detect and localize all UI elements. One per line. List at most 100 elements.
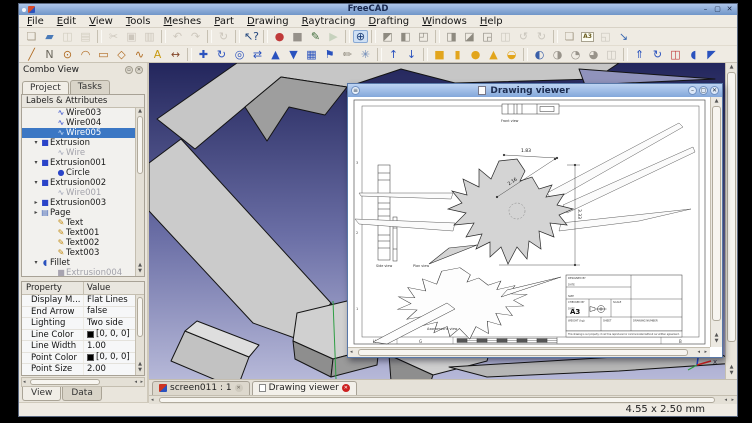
drawing-viewer-titlebar[interactable]: ≡ Drawing viewer –▢✕ bbox=[348, 84, 722, 97]
separator[interactable] bbox=[97, 30, 102, 43]
expander-icon[interactable]: ▾ bbox=[32, 259, 40, 266]
drawing-a3-landscape-icon[interactable]: A3 bbox=[579, 29, 596, 44]
redo-icon[interactable]: ↷ bbox=[187, 29, 204, 44]
tree-item-text003[interactable]: ✎ Text003 bbox=[22, 248, 144, 258]
draft-bspline-icon[interactable]: ∿ bbox=[131, 47, 148, 62]
menu-part[interactable]: Part bbox=[214, 15, 234, 28]
document-new-icon[interactable]: ❏ bbox=[23, 29, 40, 44]
view-isometric-icon[interactable]: ◩ bbox=[379, 29, 396, 44]
tab-data[interactable]: Data bbox=[62, 387, 102, 401]
drawing-sheet[interactable]: H G B 3 2 1 bbox=[349, 97, 711, 348]
tree-item-wire005[interactable]: ∿ Wire005 bbox=[22, 128, 144, 138]
draft-upgrade-icon[interactable]: ▲ bbox=[267, 47, 284, 62]
scroll-up-icon[interactable]: ▲ bbox=[726, 65, 737, 70]
drawing-close-button[interactable]: ✕ bbox=[710, 86, 719, 95]
scroll-right-icon[interactable]: ▸ bbox=[731, 396, 734, 404]
part-fillet-icon[interactable]: ◖ bbox=[685, 47, 702, 62]
scroll-left-icon[interactable]: ◂ bbox=[697, 348, 700, 357]
macro-play-icon[interactable]: ▶ bbox=[325, 29, 342, 44]
draft-edit-icon[interactable]: ⚑ bbox=[321, 47, 338, 62]
separator[interactable] bbox=[161, 30, 166, 43]
whatsthis-icon[interactable]: ↖? bbox=[243, 29, 260, 44]
view-front-icon[interactable]: ◧ bbox=[397, 29, 414, 44]
draft-scale-icon[interactable]: ▦ bbox=[303, 47, 320, 62]
view-top-icon[interactable]: ◰ bbox=[415, 29, 432, 44]
draft-text-icon[interactable]: A bbox=[149, 47, 166, 62]
expander-icon[interactable]: ▾ bbox=[32, 139, 40, 146]
tree-item-wire003[interactable]: ∿ Wire003 bbox=[22, 108, 144, 118]
tree-item-wire[interactable]: ∿ Wire bbox=[22, 148, 144, 158]
tree-item-extrusion001[interactable]: ▾ ■ Extrusion001 bbox=[22, 158, 144, 168]
drawing-export-icon[interactable]: ↘ bbox=[615, 29, 632, 44]
view-bottom-icon[interactable]: ◲ bbox=[479, 29, 496, 44]
part-mirror-icon[interactable]: ◫ bbox=[667, 47, 684, 62]
part-cut-icon[interactable]: ◔ bbox=[567, 47, 584, 62]
menu-tools[interactable]: Tools bbox=[126, 15, 151, 28]
draft-downgrade-icon[interactable]: ▼ bbox=[285, 47, 302, 62]
property-col-header[interactable]: Property bbox=[22, 282, 84, 294]
draft-polygon-icon[interactable]: ◇ bbox=[113, 47, 130, 62]
separator[interactable] bbox=[345, 30, 350, 43]
scroll-up-icon[interactable]: ▲ bbox=[136, 109, 144, 114]
separator[interactable] bbox=[235, 30, 240, 43]
paste-icon[interactable]: ▥ bbox=[141, 29, 158, 44]
part-box-icon[interactable]: ■ bbox=[431, 47, 448, 62]
scroll-left-icon[interactable]: ◂ bbox=[151, 396, 154, 404]
separator[interactable] bbox=[423, 48, 428, 61]
value-col-header[interactable]: Value bbox=[84, 282, 144, 294]
separator[interactable] bbox=[553, 30, 558, 43]
print-icon[interactable]: ▤ bbox=[77, 29, 94, 44]
drawing-restore-button[interactable]: ▢ bbox=[699, 86, 708, 95]
tree-item-circle[interactable]: ● Circle bbox=[22, 168, 144, 178]
separator[interactable] bbox=[187, 48, 192, 61]
property-row[interactable]: Point Color [0, 0, 0] bbox=[22, 353, 144, 365]
macro-record-icon[interactable]: ● bbox=[271, 29, 288, 44]
dock-hscrollbar[interactable]: ◂ ◂ ▸ bbox=[21, 377, 145, 387]
draft-circle-icon[interactable]: ⊙ bbox=[59, 47, 76, 62]
panel-float-icon[interactable]: ▫ bbox=[125, 66, 133, 74]
view-rotate-left-icon[interactable]: ↺ bbox=[515, 29, 532, 44]
draft-wire-icon[interactable]: N bbox=[41, 47, 58, 62]
drawing-window-menu-icon[interactable]: ≡ bbox=[351, 86, 360, 95]
tree-scrollbar[interactable]: ▲ ▲ ▼ bbox=[135, 108, 144, 276]
scroll-left-icon[interactable]: ◂ bbox=[350, 348, 353, 357]
draft-offset-icon[interactable]: ◎ bbox=[231, 47, 248, 62]
scroll-left-icon[interactable]: ◂ bbox=[23, 378, 26, 386]
maximize-button[interactable]: ▢ bbox=[713, 5, 722, 14]
property-row[interactable]: Line Color [0, 0, 0] bbox=[22, 330, 144, 342]
tree-item-text002[interactable]: ✎ Text002 bbox=[22, 238, 144, 248]
draft-arc-icon[interactable]: ◠ bbox=[77, 47, 94, 62]
expander-icon[interactable]: ▸ bbox=[32, 209, 40, 216]
scroll-left-icon[interactable]: ◂ bbox=[724, 396, 727, 404]
tree-item-extrusion003[interactable]: ▸ ■ Extrusion003 bbox=[22, 198, 144, 208]
expander-icon[interactable]: ▾ bbox=[32, 179, 40, 186]
scroll-down-icon[interactable]: ▼ bbox=[136, 368, 144, 373]
menu-drafting[interactable]: Drafting bbox=[368, 15, 409, 28]
property-row[interactable]: End Arrow false bbox=[22, 307, 144, 319]
drawing-insert-view-icon[interactable]: ◱ bbox=[597, 29, 614, 44]
scroll-right-icon[interactable]: ▸ bbox=[140, 378, 143, 386]
part-common-icon[interactable]: ◑ bbox=[549, 47, 566, 62]
menu-windows[interactable]: Windows bbox=[422, 15, 467, 28]
tree-item-wire001[interactable]: ∿ Wire001 bbox=[22, 188, 144, 198]
draft-trimex-icon[interactable]: ⇄ bbox=[249, 47, 266, 62]
menu-raytracing[interactable]: Raytracing bbox=[302, 15, 356, 28]
window-titlebar[interactable]: FreeCAD –▢✕ bbox=[19, 4, 737, 15]
separator[interactable] bbox=[371, 30, 376, 43]
draft-dimension-icon[interactable]: ↔ bbox=[167, 47, 184, 62]
scroll-right-icon[interactable]: ▸ bbox=[704, 348, 707, 357]
scroll-down-icon[interactable]: ▼ bbox=[711, 339, 722, 344]
menu-drawing[interactable]: Drawing bbox=[247, 15, 289, 28]
window-menu-icon[interactable] bbox=[22, 8, 26, 12]
tree-item-extrusion004[interactable]: ■ Extrusion004 bbox=[22, 268, 144, 277]
part-cone-icon[interactable]: ▲ bbox=[485, 47, 502, 62]
menu-view[interactable]: View bbox=[89, 15, 113, 28]
part-revolve-icon[interactable]: ↻ bbox=[649, 47, 666, 62]
properties-scrollbar[interactable]: ▲ ▼ bbox=[135, 295, 144, 375]
tree-item-extrusion002[interactable]: ▾ ■ Extrusion002 bbox=[22, 178, 144, 188]
part-extrude-icon[interactable]: ⇑ bbox=[631, 47, 648, 62]
zoom-selection-icon[interactable]: ⊕ bbox=[353, 30, 368, 43]
panel-close-icon[interactable]: ✕ bbox=[135, 66, 143, 74]
property-row[interactable]: Display M... Flat Lines bbox=[22, 295, 144, 307]
scroll-down-icon[interactable]: ▼ bbox=[136, 269, 144, 274]
